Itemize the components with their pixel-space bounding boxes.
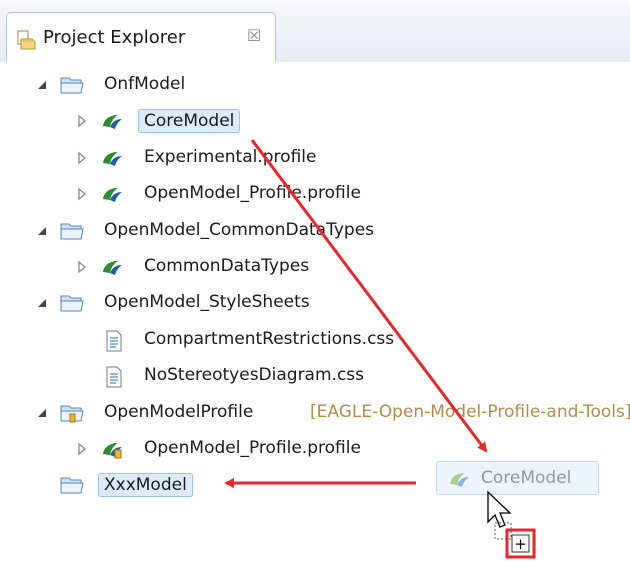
- profile-model-icon: [100, 439, 124, 464]
- model-icon: [100, 111, 124, 136]
- tree-item-2[interactable]: Experimental.profile: [0, 141, 630, 175]
- tree-item-label: CoreModel: [138, 109, 241, 134]
- tree-item-label: XxxModel: [98, 473, 193, 498]
- css-file-icon: [104, 330, 124, 357]
- expanded-arrow-icon[interactable]: [36, 223, 48, 237]
- view-tab-bar: Project Explorer ☒: [0, 0, 630, 63]
- model-icon: [100, 148, 124, 173]
- tree-item-label: OnfModel: [104, 74, 186, 94]
- tree-item-4[interactable]: OpenModel_CommonDataTypes: [0, 214, 630, 248]
- expanded-arrow-icon[interactable]: [36, 405, 48, 419]
- folder-icon: [60, 75, 84, 100]
- folder-icon: [60, 475, 84, 500]
- drag-ghost: CoreModel: [436, 461, 599, 495]
- tree-item-5[interactable]: CommonDataTypes: [0, 250, 630, 284]
- collapsed-arrow-icon[interactable]: [76, 113, 88, 128]
- tree-item-label: OpenModelProfile: [104, 401, 254, 422]
- tree-item-label: OpenModel_Profile.profile: [144, 183, 361, 204]
- tree-item-decoration: [EAGLE-Open-Model-Profile-and-Tools]: [310, 401, 630, 422]
- css-file-icon: [104, 366, 124, 393]
- tree-item-6[interactable]: OpenModel_StyleSheets: [0, 286, 630, 320]
- expanded-arrow-icon[interactable]: [36, 77, 48, 91]
- tree-item-label: CommonDataTypes: [144, 256, 310, 276]
- tree-item-1[interactable]: CoreModel: [0, 104, 630, 138]
- collapsed-arrow-icon[interactable]: [76, 186, 88, 201]
- tree-item-8[interactable]: NoStereotyesDiagram.css: [0, 359, 630, 393]
- folder-icon: [60, 293, 84, 318]
- tab-label: Project Explorer: [43, 27, 186, 48]
- tree-item-9[interactable]: OpenModelProfile [EAGLE-Open-Model-Profil…: [0, 396, 630, 430]
- tree-item-0[interactable]: OnfModel: [0, 68, 630, 102]
- tree-item-label: OpenModel_StyleSheets: [104, 292, 310, 313]
- model-icon: [447, 469, 471, 494]
- tree-item-7[interactable]: CompartmentRestrictions.css: [0, 323, 630, 357]
- project-explorer-icon: [17, 30, 37, 55]
- tree-item-label: NoStereotyesDiagram.css: [144, 365, 365, 386]
- expanded-arrow-icon[interactable]: [36, 295, 48, 309]
- tab-project-explorer[interactable]: Project Explorer ☒: [6, 12, 276, 63]
- model-icon: [100, 184, 124, 209]
- collapsed-arrow-icon[interactable]: [76, 150, 88, 165]
- folder-icon: [60, 221, 84, 246]
- project-icon: [60, 403, 84, 428]
- tree-item-label: OpenModel_Profile.profile: [144, 438, 361, 458]
- model-icon: [100, 257, 124, 282]
- tree-item-3[interactable]: OpenModel_Profile.profile: [0, 177, 630, 211]
- collapsed-arrow-icon[interactable]: [76, 441, 88, 456]
- collapsed-arrow-icon[interactable]: [76, 259, 88, 274]
- tree-item-label: CompartmentRestrictions.css: [144, 328, 395, 349]
- tree-item-label: Experimental.profile: [144, 146, 317, 167]
- close-icon[interactable]: ☒: [247, 26, 261, 45]
- drag-ghost-label: CoreModel: [481, 468, 572, 488]
- tree-item-label: OpenModel_CommonDataTypes: [104, 219, 375, 240]
